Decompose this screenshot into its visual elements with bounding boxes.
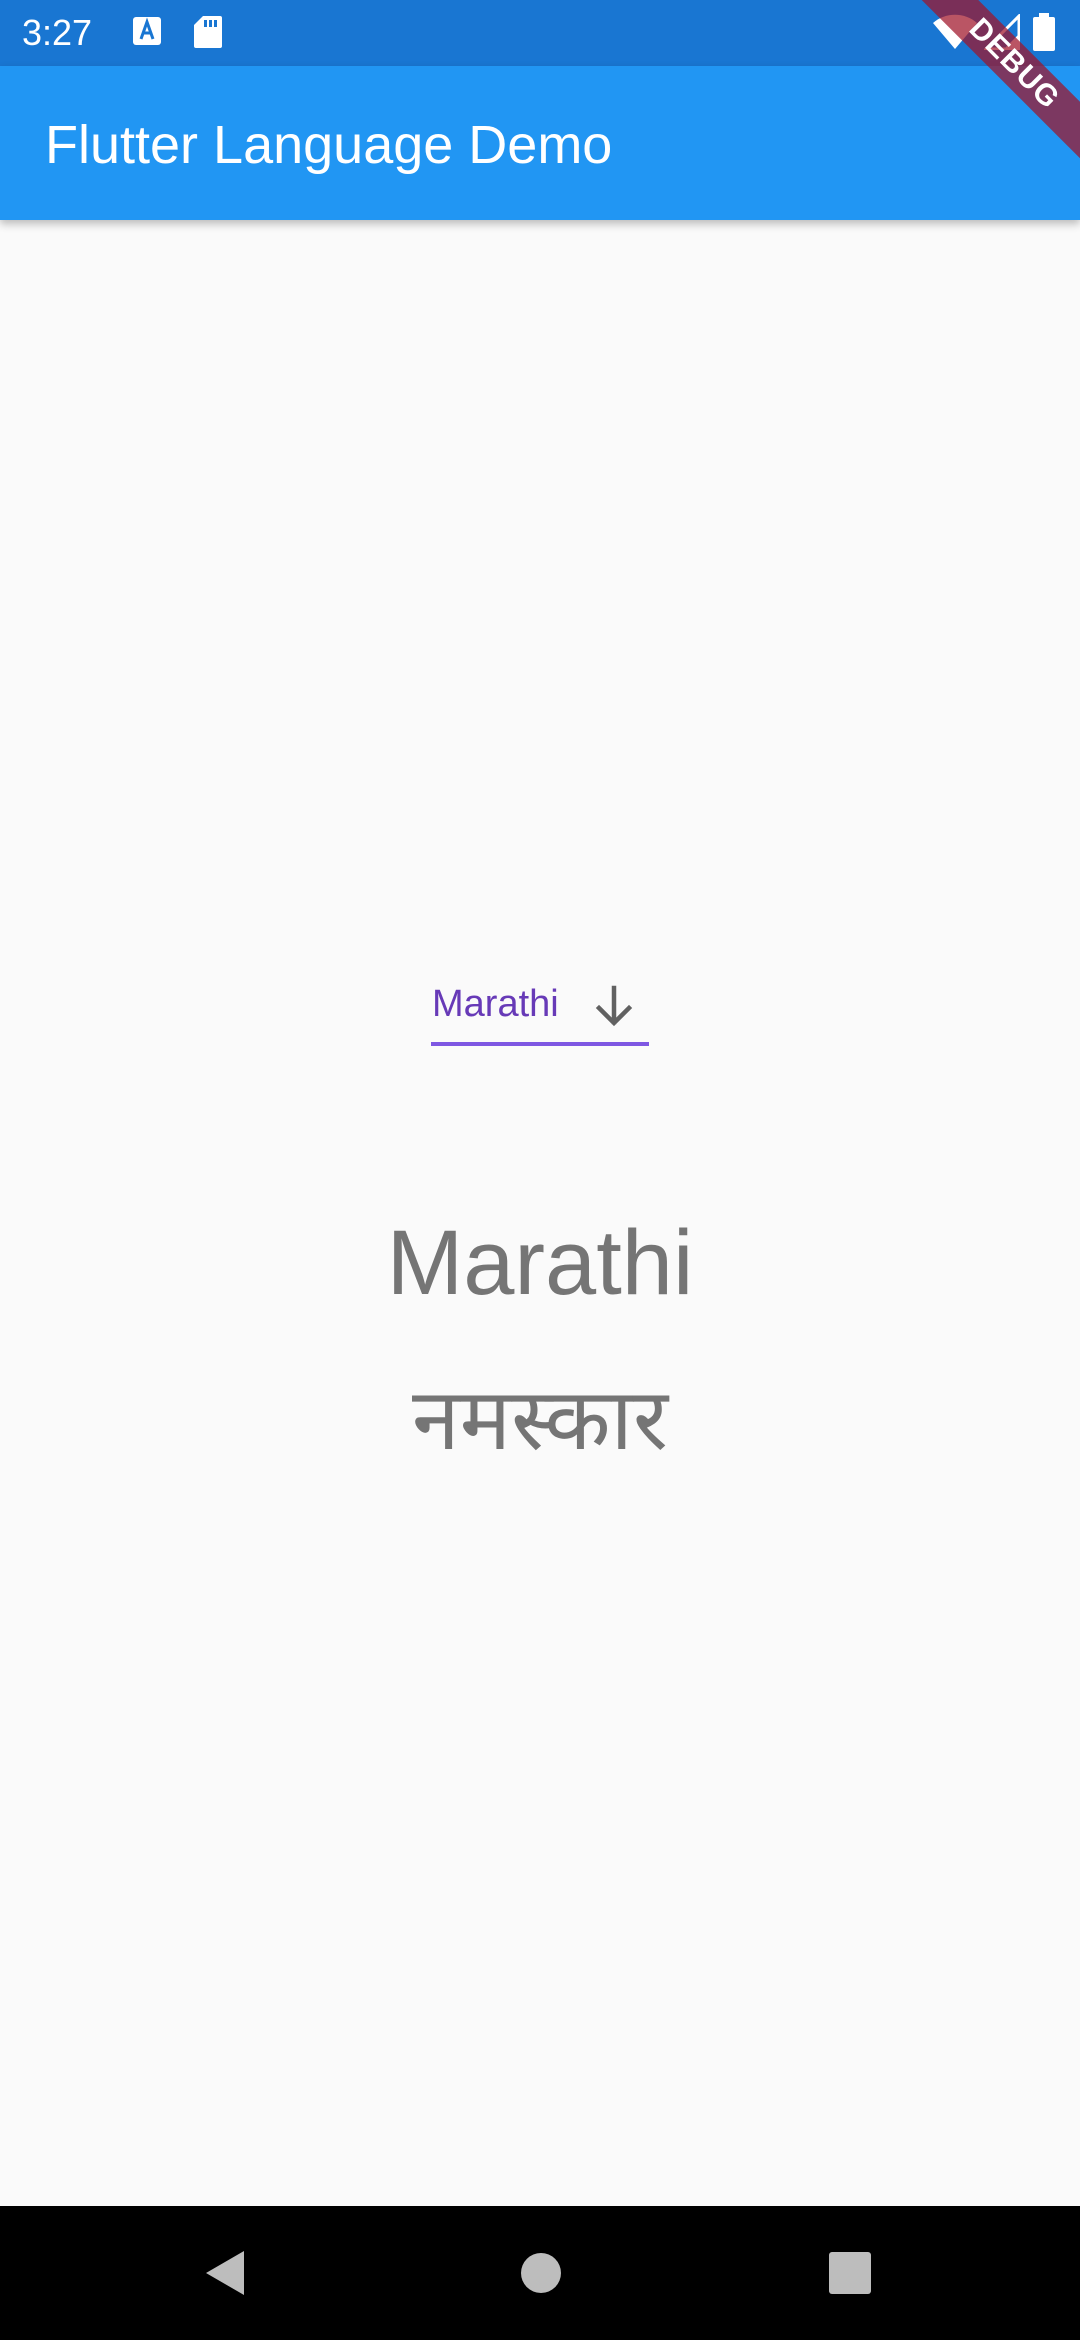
back-icon[interactable]	[204, 2249, 246, 2302]
home-icon[interactable]	[520, 2252, 562, 2299]
dropdown-underline	[431, 1042, 649, 1046]
status-time: 3:27	[22, 12, 93, 53]
greeting-text: नमस्कार	[411, 1372, 669, 1468]
recents-icon[interactable]	[829, 2252, 871, 2299]
cell-signal-icon	[982, 12, 1021, 55]
language-dropdown[interactable]: Marathi	[431, 970, 649, 1050]
app-bar-title: Flutter Language Demo	[45, 115, 613, 175]
battery-icon	[1033, 13, 1055, 56]
app-bar: Flutter Language Demo	[0, 66, 1080, 220]
arrow-downward-icon	[590, 982, 638, 1035]
font-notification-icon	[133, 15, 161, 52]
system-nav-bar	[0, 2206, 1080, 2340]
sd-card-icon	[193, 15, 223, 54]
selected-language-name: Marathi	[386, 1212, 694, 1314]
wifi-icon	[932, 14, 978, 55]
language-dropdown-value: Marathi	[432, 983, 559, 1025]
status-bar: 3:27	[0, 0, 1080, 66]
